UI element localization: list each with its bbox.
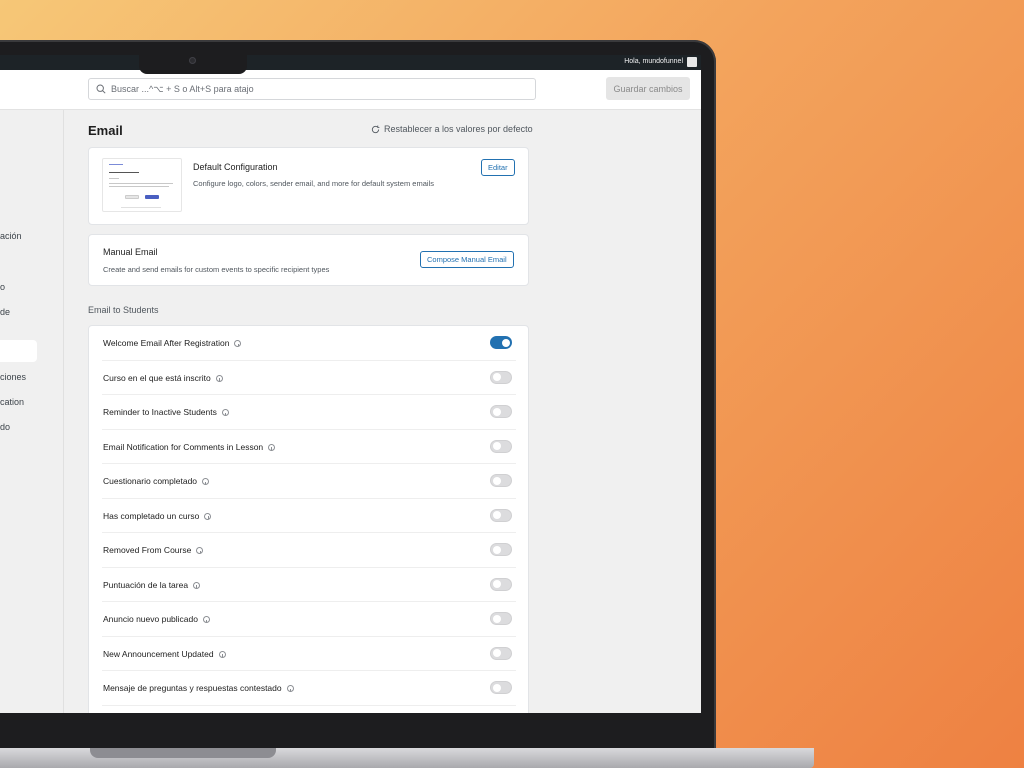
toggle-knob <box>492 373 501 381</box>
row-label: Anuncio nuevo publicado <box>103 614 210 624</box>
manual-email-card: Manual Email Create and send emails for … <box>88 234 529 286</box>
sidebar-item-5[interactable]: cation <box>0 397 24 407</box>
toggle-switch[interactable] <box>490 646 512 660</box>
toggle-switch[interactable] <box>490 336 512 349</box>
toggle-knob <box>492 407 501 416</box>
list-item: Email Notification for Comments in Lesso… <box>102 430 516 464</box>
list-item: Curso en el que está inscrito <box>102 361 516 395</box>
list-item: Anuncio nuevo publicado <box>102 602 516 637</box>
toggle-switch[interactable] <box>490 681 512 694</box>
sidebar-item-6[interactable]: do <box>0 422 10 432</box>
avatar[interactable] <box>687 57 697 67</box>
info-icon[interactable] <box>221 409 229 416</box>
toggle-knob <box>492 442 501 450</box>
sidebar-item-4[interactable]: ciones <box>0 372 26 382</box>
toggle-switch[interactable] <box>490 612 512 625</box>
compose-manual-email-button[interactable]: Compose Manual Email <box>420 251 514 268</box>
toggle-knob <box>492 511 501 519</box>
row-label: Reminder to Inactive Students <box>103 407 229 417</box>
list-item: Reminder to Inactive Students <box>102 395 516 430</box>
toggle-knob <box>492 545 501 554</box>
manual-email-description: Create and send emails for custom events… <box>103 265 330 274</box>
sidebar: ación o de ciones cation do <box>0 110 64 713</box>
reset-defaults-label: Restablecer a los valores por defecto <box>384 124 533 134</box>
info-icon[interactable] <box>215 374 223 382</box>
list-item: Mensaje de preguntas y respuestas contes… <box>102 671 516 706</box>
toggle-switch[interactable] <box>490 577 512 591</box>
reset-icon <box>371 124 380 133</box>
default-configuration-description: Configure logo, colors, sender email, an… <box>193 179 434 188</box>
admin-bar: Hola, mundofunnel <box>0 55 701 70</box>
row-label: New Announcement Updated <box>103 649 226 659</box>
list-item: New Announcement Updated <box>102 637 516 671</box>
list-item: Cuestionario completado <box>102 464 516 499</box>
row-label: Cuestionario completado <box>103 476 210 486</box>
save-changes-button[interactable]: Guardar cambios <box>606 77 690 100</box>
list-item: Has completado un curso <box>102 499 516 533</box>
info-icon[interactable] <box>286 685 294 692</box>
page-title: Email <box>88 123 123 138</box>
default-configuration-card: Default Configuration Configure logo, co… <box>88 147 529 225</box>
email-template-preview <box>102 158 182 212</box>
info-icon[interactable] <box>202 478 210 485</box>
search-input[interactable]: Buscar ...^⌥ + S o Alt+S para atajo <box>88 78 536 100</box>
row-label: Has completado un curso <box>103 511 212 521</box>
toggle-switch[interactable] <box>490 405 512 418</box>
toggle-knob <box>492 683 501 692</box>
toggle-knob <box>492 476 501 485</box>
list-item: Puntuación de la tarea <box>102 568 516 602</box>
toggle-switch[interactable] <box>490 474 512 487</box>
toggle-knob <box>492 649 501 657</box>
default-configuration-title: Default Configuration <box>193 162 278 172</box>
laptop-base-notch <box>90 748 276 758</box>
toggle-switch[interactable] <box>490 543 512 556</box>
reset-defaults-link[interactable]: Restablecer a los valores por defecto <box>371 124 533 134</box>
list-item: Welcome Email After Registration <box>102 326 516 361</box>
row-label: Curso en el que está inscrito <box>103 373 223 383</box>
info-icon[interactable] <box>234 340 242 347</box>
section-label-students: Email to Students <box>88 305 159 315</box>
admin-greeting[interactable]: Hola, mundofunnel <box>624 58 683 65</box>
row-label: Welcome Email After Registration <box>103 338 242 348</box>
info-icon[interactable] <box>196 547 204 554</box>
info-icon[interactable] <box>193 581 201 589</box>
row-label: Puntuación de la tarea <box>103 580 201 590</box>
toggle-knob <box>492 580 501 588</box>
sidebar-item-1[interactable]: ación <box>0 231 22 241</box>
top-toolbar: Buscar ...^⌥ + S o Alt+S para atajo Guar… <box>0 70 701 110</box>
laptop-notch <box>139 52 247 74</box>
sidebar-item-3[interactable]: de <box>0 307 10 317</box>
edit-button[interactable]: Editar <box>481 159 515 176</box>
info-icon[interactable] <box>203 616 210 623</box>
screen: Hola, mundofunnel Buscar ...^⌥ + S o Alt… <box>0 55 701 713</box>
toggle-switch[interactable] <box>490 370 512 384</box>
search-placeholder: Buscar ...^⌥ + S o Alt+S para atajo <box>111 84 254 94</box>
laptop-base <box>0 748 814 768</box>
row-label: Email Notification for Comments in Lesso… <box>103 442 276 452</box>
list-item: Removed From Course <box>102 533 516 568</box>
sidebar-item-active[interactable] <box>0 340 37 362</box>
sidebar-item-2[interactable]: o <box>0 282 5 292</box>
row-label: Removed From Course <box>103 545 204 555</box>
toggle-knob <box>501 338 510 347</box>
toggle-knob <box>492 614 501 623</box>
info-icon[interactable] <box>204 512 212 520</box>
search-icon <box>96 84 106 94</box>
manual-email-title: Manual Email <box>103 247 158 257</box>
row-label: Mensaje de preguntas y respuestas contes… <box>103 683 294 693</box>
students-email-list: Welcome Email After Registration Curso e… <box>88 325 529 713</box>
toggle-switch[interactable] <box>490 508 512 522</box>
camera-icon <box>189 57 196 64</box>
toggle-switch[interactable] <box>490 439 512 453</box>
info-icon[interactable] <box>218 650 226 658</box>
info-icon[interactable] <box>268 443 276 451</box>
